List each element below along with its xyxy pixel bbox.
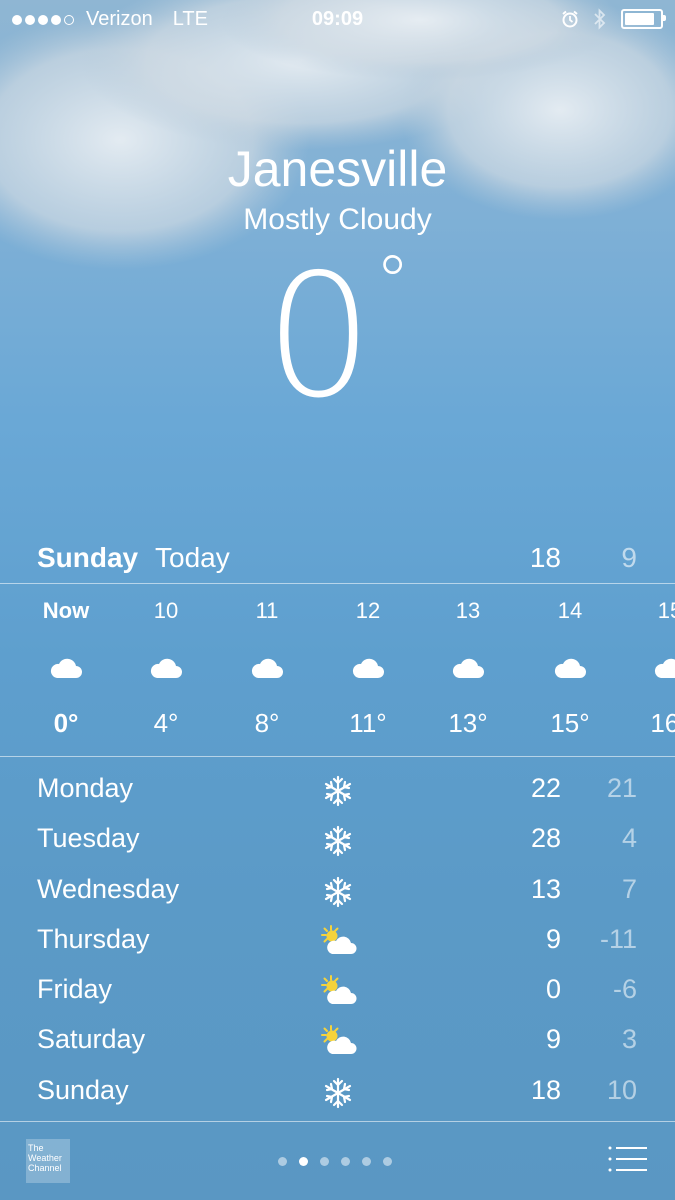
hour-temperature: 8° [254, 708, 280, 738]
day-low: -11 [599, 923, 637, 954]
location-page-dot[interactable] [278, 1157, 287, 1166]
day-name: Wednesday [37, 873, 180, 904]
bottom-toolbar: The Weather Channel [0, 1122, 675, 1200]
today-low: 9 [621, 542, 637, 573]
hour-temperature: 4° [153, 708, 179, 738]
divider [0, 756, 675, 757]
day-low: -6 [612, 974, 637, 1005]
day-low: 21 [606, 773, 637, 803]
hourly-forecast[interactable]: Now 0° 10 4° 11 8° 12 11° 13 13° 14 15° 15 16° [0, 584, 675, 756]
partly-sunny-icon [318, 972, 358, 1012]
page-indicator[interactable] [278, 1157, 392, 1166]
page-dot[interactable] [320, 1157, 329, 1166]
degree-symbol: ° [375, 241, 411, 323]
day-name: Monday [37, 773, 134, 803]
city-name: Janesville [227, 141, 448, 197]
daily-row: Friday 0 -6 [0, 966, 675, 1016]
status-bar: Verizon LTE 09:09 [0, 0, 675, 38]
current-temperature: 0° [264, 238, 411, 436]
daily-row: Saturday 9 3 [0, 1016, 675, 1066]
cloud-icon [250, 654, 284, 680]
day-name: Tuesday [37, 823, 140, 854]
day-name: Saturday [37, 1024, 146, 1055]
hour-temperature: 11° [349, 708, 387, 738]
cloud-icon [351, 654, 385, 680]
hour-label: 14 [557, 598, 583, 623]
hour-label: 12 [355, 598, 381, 623]
partly-sunny-icon [318, 922, 358, 962]
bluetooth-icon [594, 8, 606, 30]
page-dot[interactable] [362, 1157, 371, 1166]
snowflake-icon [318, 1073, 358, 1113]
hour-temperature: 13° [448, 708, 488, 738]
day-low: 4 [621, 823, 637, 854]
list-icon[interactable] [607, 1144, 647, 1174]
day-high: 28 [530, 823, 561, 854]
weather-channel-logo[interactable]: The Weather Channel [26, 1139, 70, 1183]
today-high: 18 [529, 542, 561, 573]
daily-row: Wednesday 13 7 [0, 866, 675, 916]
day-high: 18 [530, 1074, 561, 1105]
page-dot[interactable] [383, 1157, 392, 1166]
snowflake-icon [318, 771, 358, 811]
cloud-icon [451, 654, 485, 680]
cloud-icon [653, 654, 675, 680]
partly-sunny-icon [318, 1022, 358, 1062]
today-summary: Sunday Today 18 9 [0, 540, 675, 582]
today-day: Sunday [37, 542, 139, 573]
hour-temperature: 15° [550, 708, 590, 738]
hour-label: 11 [255, 598, 279, 623]
hour-label: 10 [153, 598, 179, 623]
day-high: 13 [530, 873, 561, 904]
snowflake-icon [318, 872, 358, 912]
battery-icon [621, 9, 666, 29]
hour-label: Now [42, 598, 90, 623]
day-name: Thursday [37, 923, 150, 954]
daily-forecast[interactable]: Monday 22 21 Tuesday 28 4 Wednesday 13 7 Thursday… [0, 765, 675, 1117]
day-name: Sunday [37, 1074, 129, 1105]
alarm-icon [562, 10, 578, 28]
day-high: 9 [545, 923, 561, 954]
today-label: Today [155, 542, 230, 573]
day-low: 3 [621, 1024, 637, 1055]
page-dot[interactable] [299, 1157, 308, 1166]
cloud-icon [553, 654, 587, 680]
daily-row: Tuesday 28 4 [0, 815, 675, 865]
hour-temperature: 0° [53, 708, 79, 738]
hour-label: 15 [657, 598, 675, 623]
daily-row: Sunday 18 10 [0, 1067, 675, 1117]
day-high: 22 [530, 773, 561, 803]
daily-row: Thursday 9 -11 [0, 916, 675, 966]
page-dot[interactable] [341, 1157, 350, 1166]
day-low: 10 [606, 1074, 637, 1105]
day-high: 0 [545, 974, 561, 1005]
cloud-icon [149, 654, 183, 680]
day-high: 9 [545, 1024, 561, 1055]
hour-temperature: 16° [650, 708, 675, 738]
day-low: 7 [621, 873, 637, 904]
snowflake-icon [318, 821, 358, 861]
hour-label: 13 [455, 598, 481, 623]
daily-row: Monday 22 21 [0, 765, 675, 815]
day-name: Friday [37, 974, 113, 1005]
cloud-icon [49, 654, 83, 680]
weather-condition: Mostly Cloudy [243, 203, 432, 236]
